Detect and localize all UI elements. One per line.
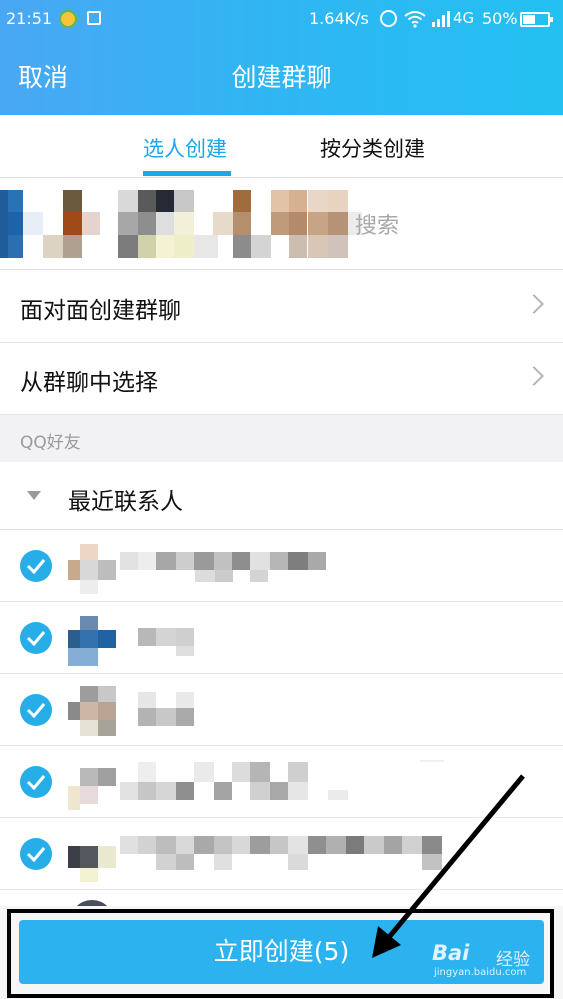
select-from-group-row[interactable]: 从群聊中选择 <box>0 343 563 415</box>
status-time: 21:51 <box>6 9 53 28</box>
baidu-watermark: Bai 经验 jingyan.baidu.com <box>432 937 552 978</box>
selected-avatar[interactable] <box>118 190 218 258</box>
contact-row[interactable] <box>0 818 563 890</box>
avatar <box>68 610 120 666</box>
avatar <box>68 826 120 882</box>
checked-checkbox-icon[interactable] <box>20 766 52 798</box>
contact-name-pixelated <box>120 836 442 870</box>
contact-row[interactable] <box>0 602 563 674</box>
active-tab-indicator <box>143 171 231 176</box>
search-input[interactable] <box>355 208 555 244</box>
checked-checkbox-icon[interactable] <box>20 838 52 870</box>
menu-label: 面对面创建群聊 <box>20 298 181 324</box>
contact-name-pixelated <box>138 628 194 656</box>
page-title: 创建群聊 <box>231 63 332 92</box>
contact-name-pixelated <box>120 760 444 800</box>
checked-checkbox-icon[interactable] <box>20 622 52 654</box>
selected-avatar[interactable] <box>0 190 100 258</box>
contact-name-pixelated <box>120 552 326 582</box>
caret-down-icon <box>27 491 41 500</box>
contact-name-pixelated <box>138 692 194 726</box>
network-speed: 1.64K/s <box>309 9 369 28</box>
app-notification-icon <box>59 10 77 28</box>
chevron-right-icon <box>524 294 544 314</box>
contact-row[interactable] <box>0 530 563 602</box>
contact-row[interactable] <box>0 746 563 818</box>
watermark-url: jingyan.baidu.com <box>434 967 527 978</box>
title-bar: 21:51 1.64K/s 4G 50% 取消 创建群聊 <box>0 0 563 115</box>
tab-select-people[interactable]: 选人创建 <box>143 133 227 163</box>
battery-percent: 50% <box>482 9 518 28</box>
alarm-icon <box>380 10 397 27</box>
avatar <box>68 682 120 738</box>
avatar <box>68 754 120 810</box>
section-label: QQ好友 <box>20 433 81 453</box>
checked-checkbox-icon[interactable] <box>20 694 52 726</box>
wifi-icon <box>404 11 426 28</box>
watermark-logo: Bai <box>432 941 470 965</box>
checked-checkbox-icon[interactable] <box>20 550 52 582</box>
status-bar: 21:51 1.64K/s 4G 50% <box>0 0 563 38</box>
avatar <box>68 538 120 594</box>
group-recent-contacts[interactable]: 最近联系人 <box>0 462 563 530</box>
signal-icon <box>432 11 450 27</box>
scan-icon <box>87 11 101 25</box>
selected-members-strip <box>0 178 563 270</box>
tab-bar: 选人创建 按分类创建 <box>0 115 563 178</box>
chevron-right-icon <box>524 366 544 386</box>
section-header: QQ好友 <box>0 415 563 462</box>
tab-by-category[interactable]: 按分类创建 <box>320 133 425 163</box>
group-label: 最近联系人 <box>68 489 183 515</box>
face-to-face-create-row[interactable]: 面对面创建群聊 <box>0 271 563 343</box>
network-type: 4G <box>453 9 475 27</box>
battery-icon <box>520 12 553 27</box>
menu-label: 从群聊中选择 <box>20 370 158 396</box>
contact-row[interactable] <box>0 674 563 746</box>
